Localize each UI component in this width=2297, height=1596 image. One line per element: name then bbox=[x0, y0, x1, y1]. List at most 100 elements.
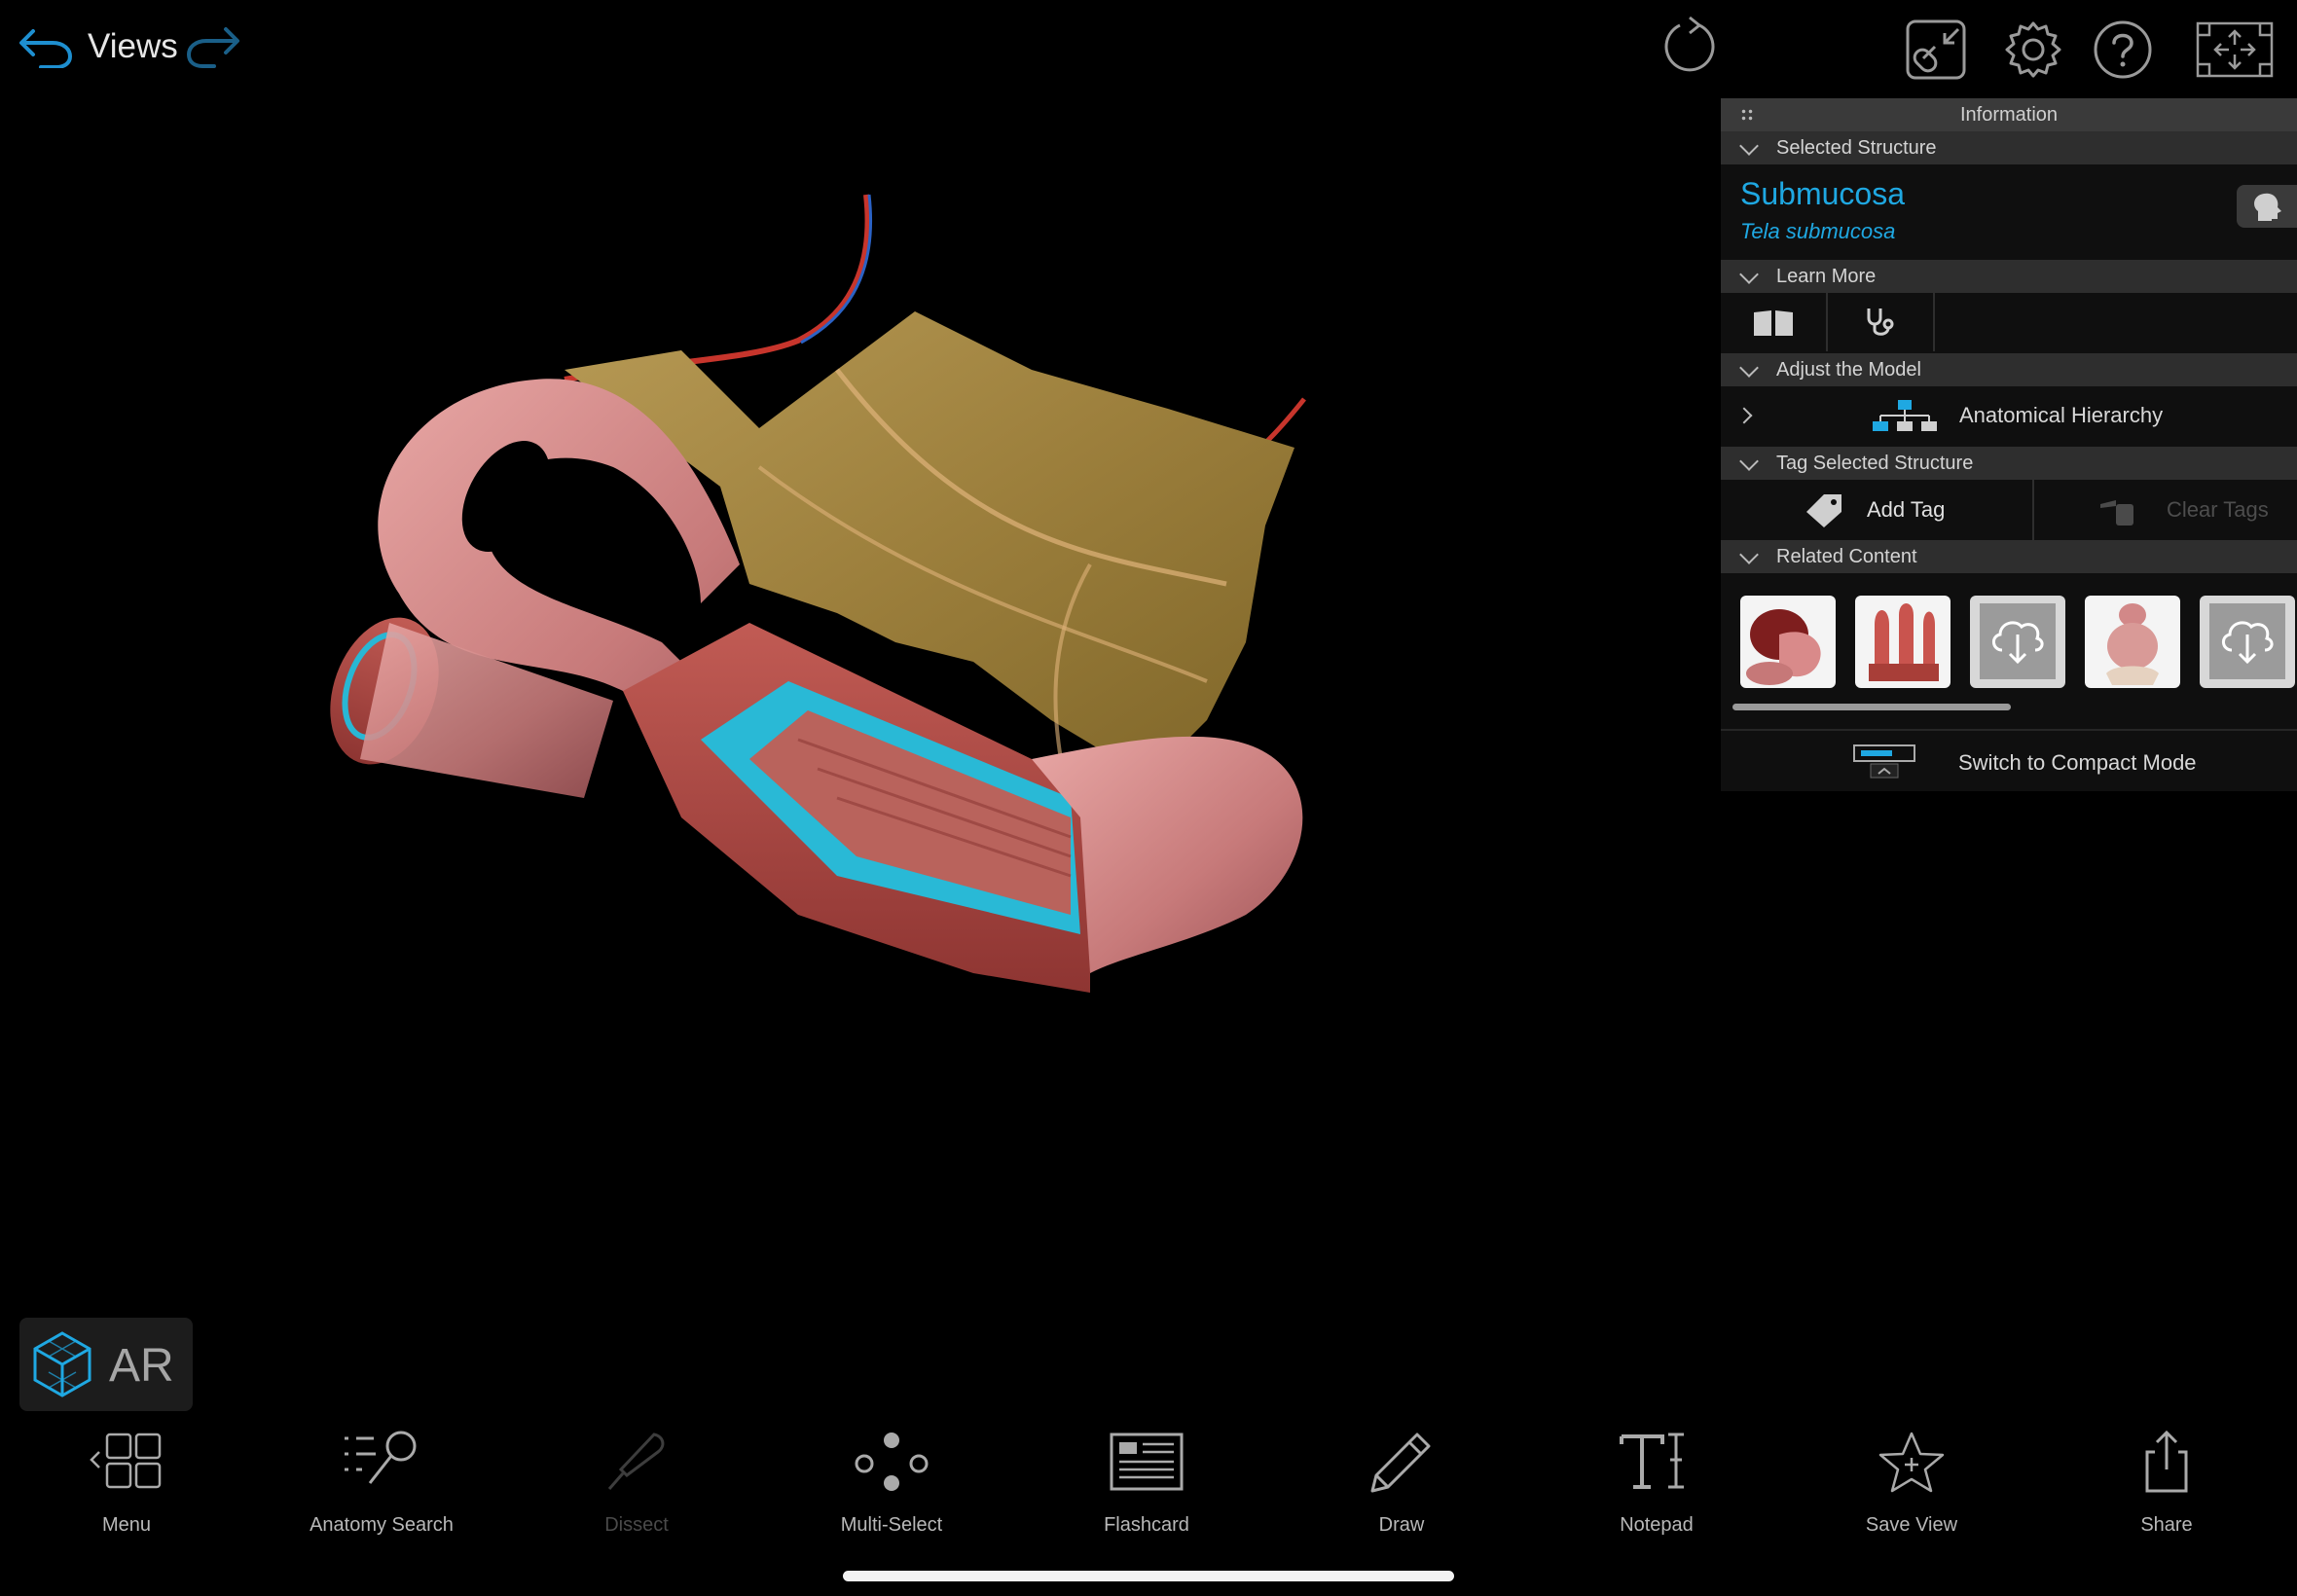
redo-icon bbox=[186, 27, 239, 68]
clear-tags-label: Clear Tags bbox=[2167, 497, 2269, 522]
villi-thumbnail-icon bbox=[1869, 603, 1939, 681]
flashcard-icon bbox=[1110, 1433, 1184, 1491]
section-adjust-model[interactable]: Adjust the Model bbox=[1721, 353, 2297, 386]
menu-grid-icon bbox=[90, 1433, 162, 1489]
undo-button[interactable] bbox=[18, 23, 74, 68]
section-label: Adjust the Model bbox=[1776, 359, 1921, 381]
section-label: Tag Selected Structure bbox=[1776, 453, 1974, 474]
hierarchy-label: Anatomical Hierarchy bbox=[1959, 403, 2164, 427]
link-icon bbox=[1906, 19, 1966, 80]
toolbar-notepad-button[interactable]: Notepad bbox=[1559, 1431, 1754, 1536]
anatomy-search-icon bbox=[345, 1431, 417, 1484]
anatomy-3d-viewport[interactable] bbox=[292, 175, 1382, 1032]
chevron-down-icon bbox=[1739, 265, 1759, 284]
toolbar-saveview-button[interactable]: Save View bbox=[1814, 1431, 2009, 1536]
section-label: Learn More bbox=[1776, 266, 1877, 287]
star-plus-icon bbox=[1878, 1432, 1945, 1493]
toolbar-search-button[interactable]: Anatomy Search bbox=[284, 1431, 479, 1536]
section-label: Related Content bbox=[1776, 546, 1917, 567]
add-tag-button[interactable]: Add Tag bbox=[1721, 480, 2034, 540]
pencil-icon bbox=[1370, 1433, 1431, 1493]
reset-rotation-icon bbox=[1664, 16, 1715, 72]
drag-handle-icon[interactable] bbox=[1740, 108, 1754, 122]
cloud-download-icon bbox=[2222, 621, 2274, 665]
panel-title[interactable]: Information bbox=[1721, 98, 2297, 131]
ar-label: AR bbox=[109, 1340, 174, 1392]
toolbar-draw-label: Draw bbox=[1378, 1514, 1425, 1536]
related-content-thumb-villi[interactable] bbox=[1855, 596, 1951, 688]
compact-mode-icon bbox=[1853, 744, 1915, 779]
intestine-model bbox=[330, 194, 1306, 993]
text-cursor-icon bbox=[1620, 1433, 1684, 1489]
section-selected-structure[interactable]: Selected Structure bbox=[1721, 131, 2297, 164]
digestive-system-thumbnail-icon bbox=[2106, 603, 2159, 685]
chevron-right-icon bbox=[1735, 407, 1753, 424]
toolbar-flashcard-label: Flashcard bbox=[1104, 1514, 1189, 1536]
toolbar-search-label: Anatomy Search bbox=[310, 1514, 454, 1536]
chevron-down-icon bbox=[1739, 545, 1759, 564]
pronunciation-button[interactable] bbox=[2237, 185, 2297, 228]
toolbar-multiselect-label: Multi-Select bbox=[840, 1514, 943, 1536]
anatomical-hierarchy-button[interactable]: Anatomical Hierarchy bbox=[1721, 386, 2297, 447]
add-tag-label: Add Tag bbox=[1867, 497, 1946, 522]
spray-bottle-icon bbox=[2100, 500, 2133, 526]
toolbar-multiselect-button[interactable]: Multi-Select bbox=[794, 1431, 989, 1536]
related-content-thumb-download-1[interactable] bbox=[1970, 596, 2065, 688]
toolbar-notepad-label: Notepad bbox=[1620, 1514, 1694, 1536]
learn-more-book-button[interactable] bbox=[1721, 293, 1828, 351]
related-content-scrollbar[interactable] bbox=[1732, 704, 2011, 710]
home-indicator[interactable] bbox=[843, 1571, 1454, 1581]
tag-icon bbox=[1806, 494, 1841, 527]
toolbar-share-button[interactable]: Share bbox=[2069, 1431, 2264, 1536]
views-label[interactable]: Views bbox=[88, 27, 178, 66]
structure-latin-name: Tela submucosa bbox=[1740, 219, 1896, 243]
undo-icon bbox=[19, 29, 73, 68]
clear-tags-button[interactable]: Clear Tags bbox=[2034, 480, 2297, 540]
help-icon bbox=[2094, 20, 2152, 79]
multi-select-icon bbox=[855, 1433, 929, 1491]
chevron-down-icon bbox=[1739, 358, 1759, 378]
panel-title-text: Information bbox=[1959, 104, 2059, 126]
related-content-thumb-digestive[interactable] bbox=[2085, 596, 2180, 688]
toolbar-menu-label: Menu bbox=[101, 1514, 152, 1536]
redo-button[interactable] bbox=[185, 23, 243, 68]
toolbar-flashcard-button[interactable]: Flashcard bbox=[1049, 1431, 1244, 1536]
settings-button[interactable] bbox=[2003, 19, 2063, 80]
ar-button[interactable]: AR bbox=[19, 1318, 193, 1411]
stomach-thumbnail-icon bbox=[1746, 609, 1821, 685]
fullscreen-icon bbox=[2196, 21, 2274, 78]
artery-vessel bbox=[564, 194, 871, 382]
speaking-head-icon bbox=[2254, 193, 2281, 221]
section-related-content[interactable]: Related Content bbox=[1721, 540, 2297, 573]
scalpel-icon bbox=[607, 1433, 665, 1490]
learn-more-clinical-button[interactable] bbox=[1828, 293, 1935, 351]
information-panel: Information Selected Structure Submucosa… bbox=[1721, 98, 2297, 791]
link-button[interactable] bbox=[1906, 19, 1966, 80]
gear-icon bbox=[2005, 21, 2061, 78]
toolbar-menu-button[interactable]: Menu bbox=[29, 1431, 224, 1536]
share-icon bbox=[2145, 1431, 2188, 1493]
toolbar-saveview-label: Save View bbox=[1865, 1514, 1958, 1536]
hierarchy-icon bbox=[1873, 400, 1937, 431]
section-learn-more[interactable]: Learn More bbox=[1721, 260, 2297, 293]
chevron-down-icon bbox=[1739, 136, 1759, 156]
toolbar-share-label: Share bbox=[2140, 1514, 2193, 1536]
book-icon bbox=[1754, 310, 1793, 336]
toolbar-dissect-label: Dissect bbox=[604, 1514, 669, 1536]
related-content-thumb-stomach[interactable] bbox=[1740, 596, 1836, 688]
ar-cube-icon bbox=[33, 1331, 91, 1397]
fullscreen-button[interactable] bbox=[2196, 21, 2274, 78]
related-content-thumb-download-2[interactable] bbox=[2200, 596, 2295, 688]
chevron-down-icon bbox=[1739, 452, 1759, 471]
switch-compact-mode-button[interactable]: Switch to Compact Mode bbox=[1721, 729, 2297, 793]
cloud-download-icon bbox=[1992, 621, 2044, 665]
compact-mode-label: Switch to Compact Mode bbox=[1958, 750, 2197, 775]
section-label: Selected Structure bbox=[1776, 137, 1937, 159]
toolbar-draw-button[interactable]: Draw bbox=[1304, 1431, 1499, 1536]
stethoscope-icon bbox=[1867, 308, 1894, 336]
section-tag-structure[interactable]: Tag Selected Structure bbox=[1721, 447, 2297, 480]
structure-name: Submucosa bbox=[1740, 176, 1905, 211]
toolbar-dissect-button: Dissect bbox=[539, 1431, 734, 1536]
help-button[interactable] bbox=[2093, 19, 2153, 80]
reset-rotation-button[interactable] bbox=[1660, 16, 1719, 76]
